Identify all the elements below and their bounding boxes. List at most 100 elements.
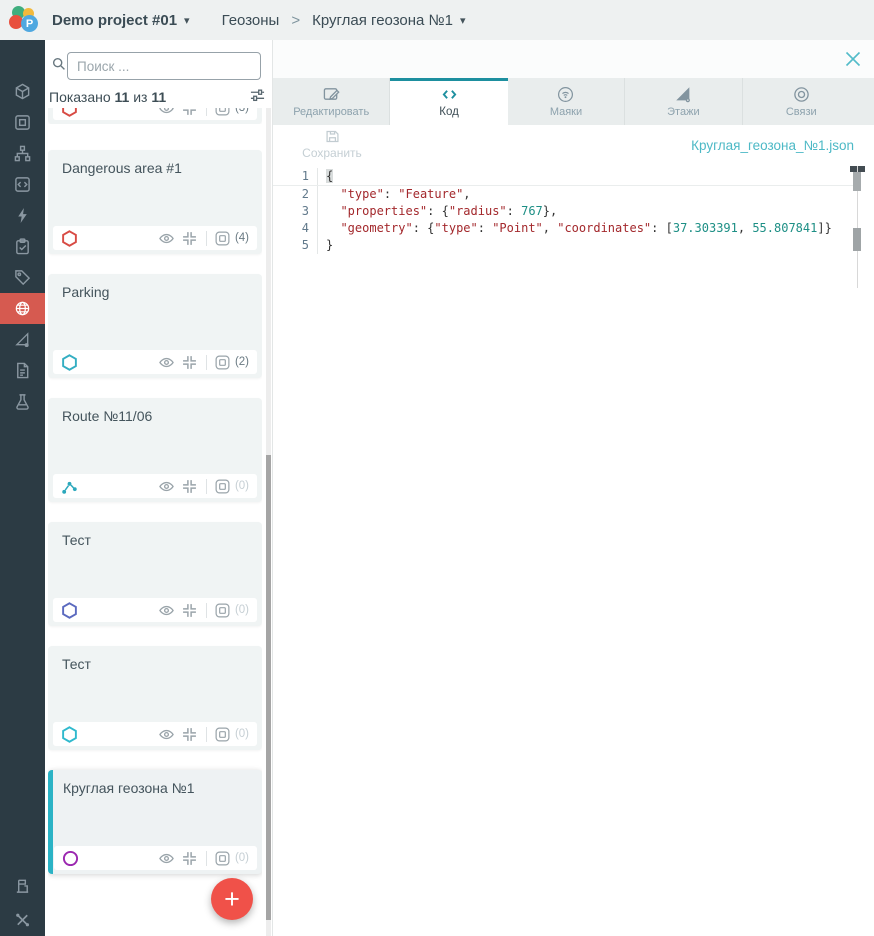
- floors-icon: [675, 86, 692, 103]
- hexagon-shape-icon: [61, 354, 78, 371]
- sidebar-item-events[interactable]: [0, 200, 45, 231]
- card-title: Круглая геозона №1: [63, 780, 194, 796]
- code-line[interactable]: 3 "properties": {"radius": 767},: [273, 203, 860, 220]
- visibility-button[interactable]: [159, 478, 175, 494]
- close-icon: [845, 51, 861, 67]
- breadcrumb-separator: >: [291, 12, 300, 29]
- focus-button[interactable]: [182, 726, 198, 742]
- beacon-icon: [557, 86, 574, 103]
- eye-icon: [159, 851, 174, 866]
- instance-count: (3): [235, 108, 249, 114]
- visibility-button[interactable]: [159, 602, 175, 618]
- visibility-button[interactable]: [159, 108, 175, 116]
- set-square-icon: [14, 331, 31, 348]
- panel-scrollbar-thumb[interactable]: [853, 228, 861, 251]
- focus-button[interactable]: [182, 354, 198, 370]
- focus-button[interactable]: [182, 108, 198, 116]
- instance-count: (0): [235, 604, 249, 616]
- geozones-list-panel: Показано 11 из 11: [45, 40, 273, 936]
- instances-button[interactable]: [215, 230, 231, 246]
- eye-icon: [159, 231, 174, 246]
- sidebar-item-documents[interactable]: [0, 355, 45, 386]
- list-item[interactable]: Parking (2): [48, 274, 262, 378]
- instances-button[interactable]: [215, 726, 231, 742]
- breadcrumb-geozones[interactable]: Геозоны: [222, 12, 280, 29]
- app-window: P Demo project #01 ▾ Геозоны > Круглая г…: [0, 0, 874, 936]
- tab-edit[interactable]: Редактировать: [273, 78, 390, 125]
- list-item[interactable]: Тест (0): [48, 522, 262, 626]
- focus-button[interactable]: [182, 230, 198, 246]
- sidebar-item-tags[interactable]: [0, 262, 45, 293]
- save-button[interactable]: Сохранить: [295, 129, 369, 160]
- focus-button[interactable]: [182, 602, 198, 618]
- sidebar-item-tasks[interactable]: [0, 231, 45, 262]
- sidebar-item-hierarchy[interactable]: [0, 138, 45, 169]
- instances-button[interactable]: [215, 354, 231, 370]
- card-title: Route №11/06: [62, 408, 152, 424]
- line-number: 4: [273, 220, 318, 237]
- sidebar-item-measure[interactable]: [0, 324, 45, 355]
- sidebar-item-viewport[interactable]: [0, 107, 45, 138]
- detail-topbar: [273, 40, 874, 78]
- breadcrumb-current[interactable]: Круглая геозона №1: [312, 12, 453, 29]
- lightning-icon: [14, 207, 31, 224]
- focus-button[interactable]: [182, 850, 198, 866]
- tab-connections[interactable]: Связи: [743, 78, 860, 125]
- instances-button[interactable]: [215, 602, 231, 618]
- visibility-button[interactable]: [159, 726, 175, 742]
- sidebar-item-cube[interactable]: [0, 76, 45, 107]
- code-line[interactable]: 5}: [273, 237, 860, 254]
- project-selector[interactable]: Demo project #01: [52, 12, 177, 29]
- instances-button[interactable]: [215, 108, 231, 116]
- card-footer: (0): [54, 846, 257, 870]
- add-geozone-button[interactable]: +: [211, 878, 253, 920]
- app-logo-icon[interactable]: P: [8, 5, 40, 35]
- compress-icon: [182, 479, 197, 494]
- code-line[interactable]: 4 "geometry": {"type": "Point", "coordin…: [273, 220, 860, 237]
- list-item[interactable]: Тест (0): [48, 646, 262, 750]
- close-button[interactable]: [844, 51, 861, 68]
- square-in-square-icon: [215, 108, 230, 116]
- sidebar-item-tools[interactable]: [0, 902, 45, 936]
- list-item-selected[interactable]: Круглая геозона №1 (0): [48, 770, 262, 874]
- list-scrollbar-thumb[interactable]: [266, 455, 271, 920]
- search-input[interactable]: [67, 52, 261, 80]
- list-item[interactable]: (3): [48, 108, 262, 124]
- shown-prefix: Показано: [49, 89, 111, 105]
- compress-icon: [182, 231, 197, 246]
- focus-button[interactable]: [182, 478, 198, 494]
- filter-button[interactable]: [249, 88, 265, 104]
- list-item[interactable]: Route №11/06 (0): [48, 398, 262, 502]
- code-icon: [441, 86, 458, 103]
- shown-count: 11: [115, 89, 130, 105]
- card-footer: (0): [53, 598, 257, 622]
- list-item[interactable]: Dangerous area #1 (4): [48, 150, 262, 254]
- hexagon-shape-icon: [61, 726, 78, 743]
- geozone-card-list: (3) Dangerous area #1 (4): [48, 108, 262, 936]
- list-scrollbar-track[interactable]: [266, 108, 271, 936]
- instances-button[interactable]: [215, 478, 231, 494]
- footer-divider: [206, 231, 207, 246]
- visibility-button[interactable]: [159, 850, 175, 866]
- tab-code[interactable]: Код: [390, 78, 507, 125]
- visibility-button[interactable]: [159, 230, 175, 246]
- geojson-file-link[interactable]: Круглая_геозона_№1.json: [691, 138, 854, 153]
- sidebar-item-lab[interactable]: [0, 386, 45, 417]
- sidebar-item-embed-code[interactable]: [0, 169, 45, 200]
- sidebar-item-objects[interactable]: [0, 868, 45, 902]
- visibility-button[interactable]: [159, 354, 175, 370]
- footer-divider: [206, 727, 207, 742]
- save-label: Сохранить: [302, 146, 362, 160]
- editor-scrollbar-thumb[interactable]: [853, 172, 861, 191]
- sidebar-item-geozones[interactable]: [0, 293, 45, 324]
- tab-floors[interactable]: Этажи: [625, 78, 742, 125]
- footer-divider: [206, 108, 207, 116]
- header: P Demo project #01 ▾ Геозоны > Круглая г…: [0, 0, 874, 40]
- code-editor[interactable]: 1{2 "type": "Feature",3 "properties": {"…: [273, 168, 860, 254]
- code-line[interactable]: 1{: [273, 168, 860, 186]
- tab-beacons[interactable]: Маяки: [508, 78, 625, 125]
- code-line[interactable]: 2 "type": "Feature",: [273, 186, 860, 203]
- cube-icon: [14, 83, 31, 100]
- icon-sidebar: [0, 40, 45, 936]
- instances-button[interactable]: [215, 850, 231, 866]
